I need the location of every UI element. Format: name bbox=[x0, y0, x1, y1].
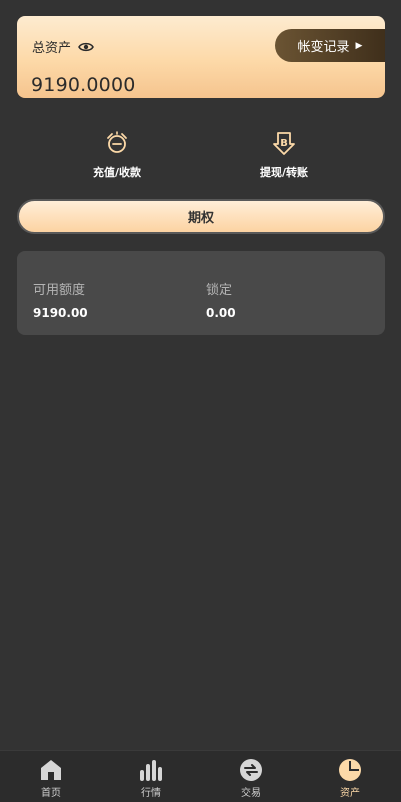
asset-card: 总资产 9190.0000 帐变记录 ▶ bbox=[17, 16, 385, 98]
bottom-tab-bar: 首页 行情 交易 资产 bbox=[0, 750, 401, 802]
chart-bars-icon bbox=[140, 760, 162, 781]
tab-assets-label: 资产 bbox=[340, 788, 360, 799]
tab-trade-label: 交易 bbox=[241, 788, 261, 799]
tab-trade[interactable]: 交易 bbox=[221, 757, 281, 799]
available-balance: 可用额度 9190.00 bbox=[33, 279, 88, 320]
tab-home[interactable]: 首页 bbox=[21, 757, 81, 799]
total-asset-label-row: 总资产 bbox=[32, 37, 94, 56]
bitcoin-withdraw-icon: B bbox=[273, 132, 295, 155]
caret-right-icon: ▶ bbox=[355, 40, 363, 51]
withdraw-button[interactable]: B 提现/转账 bbox=[224, 130, 344, 180]
locked-balance: 锁定 0.00 bbox=[206, 279, 236, 320]
tab-market-label: 行情 bbox=[141, 788, 161, 799]
svg-text:B: B bbox=[280, 138, 288, 149]
total-asset-label: 总资产 bbox=[32, 41, 72, 56]
exchange-icon bbox=[240, 759, 262, 781]
deposit-button[interactable]: 充值/收款 bbox=[57, 130, 177, 180]
withdraw-label: 提现/转账 bbox=[259, 166, 309, 179]
balance-card: 可用额度 9190.00 锁定 0.00 bbox=[17, 251, 385, 335]
tab-assets[interactable]: 资产 bbox=[320, 757, 380, 799]
deposit-label: 充值/收款 bbox=[92, 166, 142, 179]
pie-chart-icon bbox=[339, 759, 361, 781]
available-label: 可用额度 bbox=[33, 283, 86, 298]
locked-value: 0.00 bbox=[206, 306, 236, 320]
tab-market[interactable]: 行情 bbox=[121, 757, 181, 799]
history-button-label: 帐变记录 bbox=[297, 40, 350, 55]
alarm-clock-icon bbox=[107, 131, 127, 153]
tab-options[interactable]: 期权 bbox=[17, 199, 385, 234]
locked-label: 锁定 bbox=[206, 283, 233, 298]
history-button[interactable]: 帐变记录 ▶ bbox=[275, 29, 385, 62]
home-icon bbox=[41, 760, 61, 780]
eye-icon[interactable] bbox=[78, 41, 94, 53]
total-asset-value: 9190.0000 bbox=[31, 74, 136, 96]
tab-home-label: 首页 bbox=[41, 788, 61, 799]
available-value: 9190.00 bbox=[33, 306, 88, 320]
tab-options-label: 期权 bbox=[187, 211, 214, 226]
